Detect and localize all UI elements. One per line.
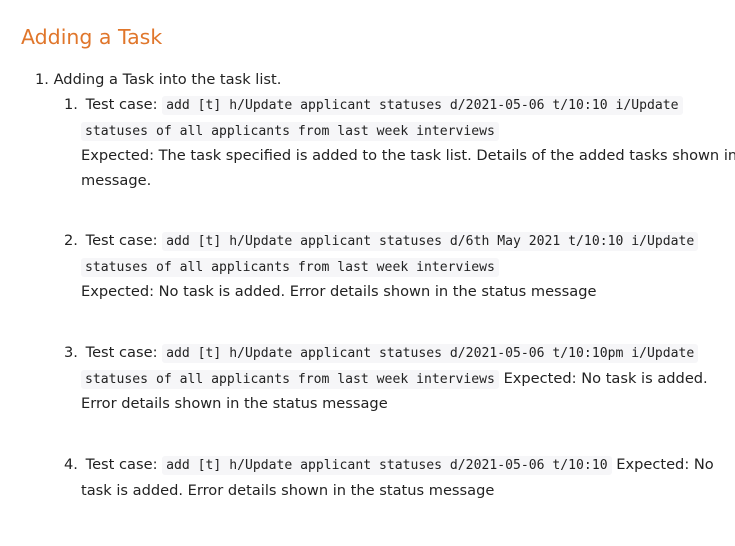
- expected-result-continuation: Error details shown in the status messag…: [81, 395, 388, 412]
- test-command-code: add [t] h/Update applicant statuses d/20…: [162, 344, 699, 363]
- test-case-number: 1.: [64, 96, 78, 113]
- test-command-code: add [t] h/Update applicant statuses d/20…: [162, 96, 683, 115]
- expected-result-continuation: task is added. Error details shown in th…: [81, 481, 495, 499]
- test-case-label: Test case:: [85, 96, 158, 113]
- expected-result-continuation: message.: [81, 171, 152, 189]
- test-case-command-line: 2. Test case: add [t] h/Update applicant…: [64, 229, 728, 255]
- step-item: 1. Adding a Task into the task list.: [35, 68, 281, 93]
- test-case-item: 1. Test case: add [t] h/Update applicant…: [64, 93, 735, 193]
- expected-result: Expected: No: [616, 456, 714, 473]
- test-case-command-line: 3. Test case: add [t] h/Update applicant…: [64, 341, 728, 367]
- test-case-command-line: 1. Test case: add [t] h/Update applicant…: [64, 93, 728, 119]
- test-command-continuation: statuses of all applicants from last wee…: [81, 367, 728, 393]
- test-case-number: 4.: [64, 456, 78, 473]
- test-case-item: 3. Test case: add [t] h/Update applicant…: [64, 341, 728, 417]
- test-command-code: statuses of all applicants from last wee…: [81, 369, 499, 389]
- test-case-item: 4. Test case: add [t] h/Update applicant…: [64, 453, 728, 503]
- step-text: Adding a Task into the task list.: [53, 71, 282, 88]
- test-case-label: Test case:: [85, 232, 158, 249]
- step-number: 1.: [35, 71, 49, 88]
- test-case-command-line: 4. Test case: add [t] h/Update applicant…: [64, 453, 728, 479]
- document: Adding a Task 1. Adding a Task into the …: [0, 0, 735, 546]
- test-case-number: 3.: [64, 344, 78, 361]
- test-case-label: Test case:: [85, 456, 158, 473]
- test-command-continuation: statuses of all applicants from last wee…: [81, 255, 728, 281]
- test-command-continuation: statuses of all applicants from last wee…: [81, 119, 728, 145]
- test-command-code: statuses of all applicants from last wee…: [81, 121, 499, 141]
- expected-result: Expected: The task specified is added to…: [81, 147, 735, 164]
- section-heading: Adding a Task: [21, 25, 163, 49]
- expected-result: Expected: No task is added. Error detail…: [81, 283, 597, 300]
- test-command-code: statuses of all applicants from last wee…: [81, 257, 499, 277]
- test-case-item: 2. Test case: add [t] h/Update applicant…: [64, 229, 728, 305]
- expected-result: Expected: No task is added.: [503, 369, 708, 387]
- test-command-code: add [t] h/Update applicant statuses d/20…: [162, 456, 612, 475]
- test-command-code: add [t] h/Update applicant statuses d/6t…: [162, 232, 699, 251]
- test-case-number: 2.: [64, 232, 78, 249]
- test-case-label: Test case:: [85, 344, 158, 361]
